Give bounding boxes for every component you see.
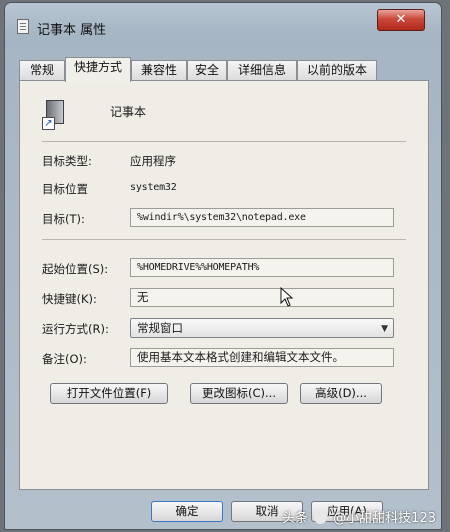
run-label: 运行方式(R): — [42, 322, 109, 336]
ok-button[interactable]: 确定 — [151, 501, 223, 522]
window-title: 记事本 属性 — [37, 23, 107, 38]
run-select-value: 常规窗口 — [137, 321, 183, 335]
target-input[interactable]: %windir%\system32\notepad.exe — [130, 208, 394, 227]
open-file-location-button[interactable]: 打开文件位置(F) — [50, 383, 168, 404]
target-location-value: system32 — [130, 182, 177, 193]
watermark-prefix: 头条 — [281, 511, 308, 526]
title-bar: 记事本 属性 ✕ — [5, 3, 441, 43]
mouse-cursor-icon — [280, 287, 294, 307]
target-location-label: 目标位置 — [42, 182, 88, 196]
divider — [42, 239, 406, 240]
watermark: 头条 @小甜甜科技123 — [282, 507, 436, 526]
tab-details[interactable]: 详细信息 — [227, 60, 297, 80]
comment-input[interactable]: 使用基本文本格式创建和编辑文本文件。 — [130, 348, 394, 367]
shortcut-icon: ↗ — [42, 100, 66, 130]
notepad-icon — [17, 19, 29, 34]
shortcut-panel: ↗ 记事本 目标类型: 应用程序 目标位置 system32 目标(T): %w… — [19, 80, 429, 490]
comment-label: 备注(O): — [42, 352, 87, 366]
close-button[interactable]: ✕ — [377, 9, 425, 31]
advanced-button[interactable]: 高级(D)... — [300, 383, 382, 404]
chevron-down-icon: ▼ — [381, 324, 388, 334]
tab-general[interactable]: 常规 — [19, 60, 65, 80]
tab-security[interactable]: 安全 — [187, 60, 227, 80]
app-name: 记事本 — [110, 105, 147, 119]
shortcut-key-input[interactable]: 无 — [130, 288, 394, 307]
tab-shortcut[interactable]: 快捷方式 — [65, 57, 131, 82]
tab-previous-versions[interactable]: 以前的版本 — [297, 60, 377, 80]
watermark-handle: @小甜甜科技123 — [333, 511, 436, 526]
watermark-logo-icon — [314, 511, 328, 524]
divider — [42, 141, 406, 142]
change-icon-button[interactable]: 更改图标(C)... — [190, 383, 288, 404]
tab-compatibility[interactable]: 兼容性 — [131, 60, 187, 80]
start-in-input[interactable]: %HOMEDRIVE%%HOMEPATH% — [130, 258, 394, 277]
start-in-label: 起始位置(S): — [42, 262, 109, 276]
properties-window: 记事本 属性 ✕ 常规 快捷方式 兼容性 安全 详细信息 以前的版本 ↗ 记事本… — [4, 2, 442, 530]
shortcut-key-label: 快捷键(K): — [42, 292, 97, 306]
target-type-value: 应用程序 — [130, 154, 176, 168]
tab-bar: 常规 快捷方式 兼容性 安全 详细信息 以前的版本 — [19, 57, 431, 82]
run-select[interactable]: 常规窗口 ▼ — [130, 318, 394, 338]
target-label: 目标(T): — [42, 212, 85, 226]
target-type-label: 目标类型: — [42, 154, 92, 168]
